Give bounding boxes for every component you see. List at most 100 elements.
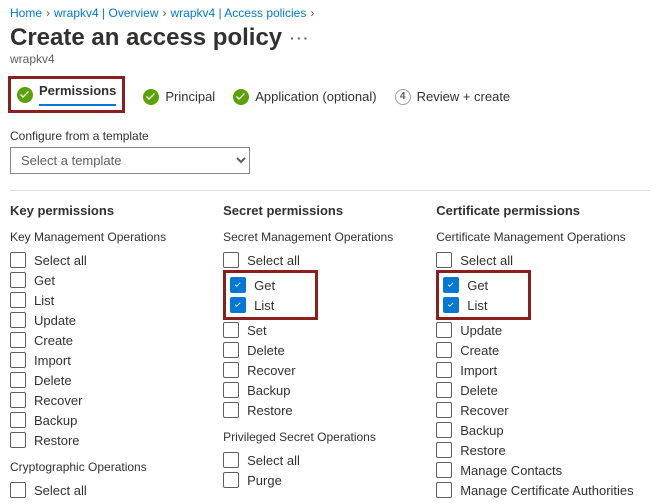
step-label: Principal bbox=[165, 89, 215, 104]
breadcrumb-home[interactable]: Home bbox=[10, 6, 42, 20]
checkbox[interactable] bbox=[10, 272, 26, 288]
checkbox-label: Recover bbox=[247, 363, 295, 378]
checkbox[interactable] bbox=[230, 277, 246, 293]
more-icon[interactable]: ··· bbox=[290, 30, 310, 46]
checkbox[interactable] bbox=[436, 252, 452, 268]
privileged-secret-title: Privileged Secret Operations bbox=[223, 430, 436, 444]
checkbox-label: Delete bbox=[247, 343, 285, 358]
checkbox[interactable] bbox=[10, 292, 26, 308]
checkbox[interactable] bbox=[223, 452, 239, 468]
checkbox[interactable] bbox=[223, 472, 239, 488]
checkbox[interactable] bbox=[223, 342, 239, 358]
breadcrumb-overview[interactable]: wrapkv4 | Overview bbox=[54, 6, 158, 20]
step-review-create[interactable]: 4 Review + create bbox=[395, 89, 511, 105]
certificate-management-title: Certificate Management Operations bbox=[436, 230, 649, 244]
select-all-label: Select all bbox=[247, 253, 300, 268]
checkbox[interactable] bbox=[10, 432, 26, 448]
checkbox[interactable] bbox=[10, 412, 26, 428]
checkbox[interactable] bbox=[10, 372, 26, 388]
checkbox[interactable] bbox=[436, 442, 452, 458]
chevron-right-icon: › bbox=[46, 6, 50, 20]
checkbox[interactable] bbox=[10, 482, 26, 498]
template-label: Configure from a template bbox=[0, 115, 660, 147]
checkbox[interactable] bbox=[436, 382, 452, 398]
key-select-all-row: Select all bbox=[10, 250, 223, 270]
key-backup-row: Backup bbox=[10, 410, 223, 430]
checkbox-label: Create bbox=[34, 333, 73, 348]
checkbox[interactable] bbox=[223, 382, 239, 398]
checkbox-label: Purge bbox=[247, 473, 282, 488]
checkbox[interactable] bbox=[436, 322, 452, 338]
secret-select-all-row: Select all bbox=[223, 250, 436, 270]
checkbox[interactable] bbox=[436, 482, 452, 498]
breadcrumb-access-policies[interactable]: wrapkv4 | Access policies bbox=[171, 6, 307, 20]
cert-manage-certificate-authorities-row: Manage Certificate Authorities bbox=[436, 480, 649, 500]
checkbox-label: Recover bbox=[34, 393, 82, 408]
secret-set-row: Set bbox=[223, 320, 436, 340]
key-delete-row: Delete bbox=[10, 370, 223, 390]
checkbox[interactable] bbox=[223, 402, 239, 418]
checkbox-label: Get bbox=[467, 278, 488, 293]
checkbox[interactable] bbox=[10, 312, 26, 328]
cert-restore-row: Restore bbox=[436, 440, 649, 460]
cert-list-row: List bbox=[443, 295, 488, 315]
secret-recover-row: Recover bbox=[223, 360, 436, 380]
step-permissions[interactable]: Permissions bbox=[17, 83, 116, 106]
checkbox[interactable] bbox=[10, 252, 26, 268]
key-get-row: Get bbox=[10, 270, 223, 290]
checkbox[interactable] bbox=[436, 362, 452, 378]
secret-get-row: Get bbox=[230, 275, 275, 295]
key-management-title: Key Management Operations bbox=[10, 230, 223, 244]
step-application[interactable]: Application (optional) bbox=[233, 89, 376, 105]
key-permissions-heading: Key permissions bbox=[10, 203, 223, 218]
checkbox[interactable] bbox=[436, 402, 452, 418]
checkbox-label: Restore bbox=[247, 403, 293, 418]
step-label: Review + create bbox=[417, 89, 511, 104]
page-title: Create an access policy bbox=[10, 24, 282, 52]
checkbox[interactable] bbox=[223, 252, 239, 268]
checkmark-icon bbox=[17, 87, 33, 103]
step-principal[interactable]: Principal bbox=[143, 89, 215, 105]
cert-recover-row: Recover bbox=[436, 400, 649, 420]
secret-priv-purge-row: Purge bbox=[223, 470, 436, 490]
checkbox[interactable] bbox=[436, 422, 452, 438]
step-number-icon: 4 bbox=[395, 89, 411, 105]
checkbox[interactable] bbox=[10, 352, 26, 368]
key-restore-row: Restore bbox=[10, 430, 223, 450]
checkbox-label: Backup bbox=[247, 383, 290, 398]
checkbox-label: Set bbox=[247, 323, 267, 338]
checkbox[interactable] bbox=[436, 342, 452, 358]
highlight-permissions-step: Permissions bbox=[8, 76, 125, 113]
cert-delete-row: Delete bbox=[436, 380, 649, 400]
checkbox-label: Update bbox=[34, 313, 76, 328]
breadcrumb: Home › wrapkv4 | Overview › wrapkv4 | Ac… bbox=[0, 0, 660, 22]
step-label: Permissions bbox=[39, 83, 116, 106]
key-update-row: Update bbox=[10, 310, 223, 330]
checkbox[interactable] bbox=[223, 322, 239, 338]
checkbox[interactable] bbox=[223, 362, 239, 378]
chevron-right-icon: › bbox=[310, 6, 314, 20]
chevron-right-icon: › bbox=[163, 6, 167, 20]
checkbox-label: Update bbox=[460, 323, 502, 338]
secret-permissions-column: Secret permissions Secret Management Ope… bbox=[223, 203, 436, 500]
template-select[interactable]: Select a template bbox=[10, 147, 250, 174]
checkbox-label: Backup bbox=[460, 423, 503, 438]
select-all-label: Select all bbox=[460, 253, 513, 268]
checkbox[interactable] bbox=[443, 277, 459, 293]
checkbox[interactable] bbox=[443, 297, 459, 313]
secret-backup-row: Backup bbox=[223, 380, 436, 400]
crypto-select-all-row: Select all bbox=[10, 480, 223, 500]
step-label: Application (optional) bbox=[255, 89, 376, 104]
cert-update-row: Update bbox=[436, 320, 649, 340]
secret-delete-row: Delete bbox=[223, 340, 436, 360]
checkbox[interactable] bbox=[10, 392, 26, 408]
certificate-permissions-heading: Certificate permissions bbox=[436, 203, 649, 218]
key-create-row: Create bbox=[10, 330, 223, 350]
checkbox-label: Restore bbox=[34, 433, 80, 448]
checkbox-label: Create bbox=[460, 343, 499, 358]
checkbox-label: List bbox=[254, 298, 274, 313]
checkbox[interactable] bbox=[436, 462, 452, 478]
checkbox[interactable] bbox=[230, 297, 246, 313]
cert-create-row: Create bbox=[436, 340, 649, 360]
checkbox[interactable] bbox=[10, 332, 26, 348]
